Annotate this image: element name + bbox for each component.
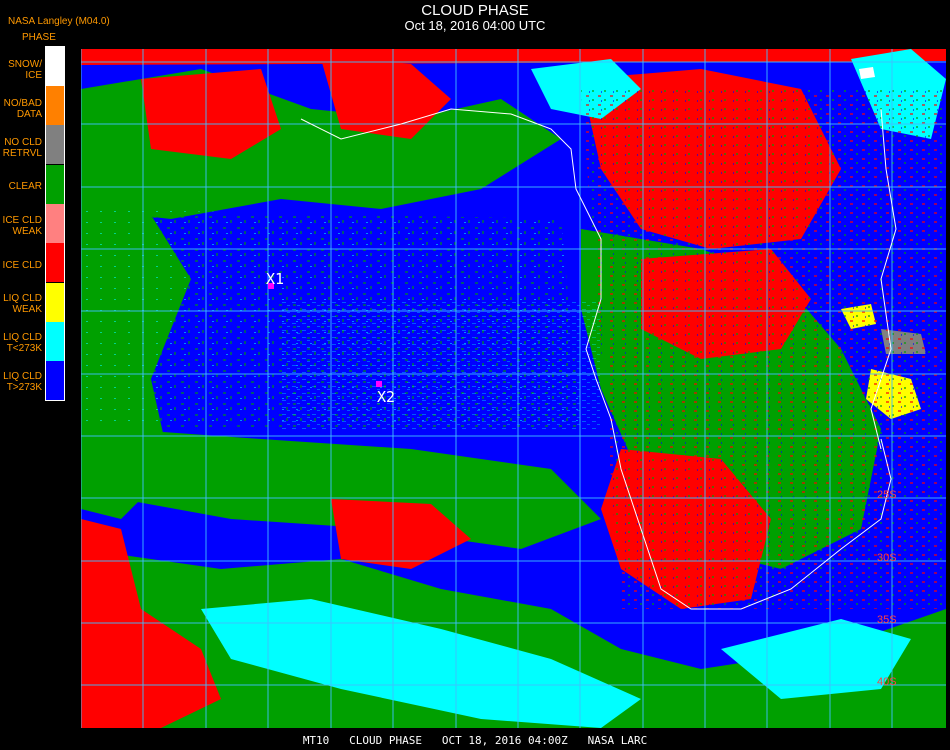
legend-swatch-snow-ice xyxy=(46,47,65,86)
legend-label-liq-cold: LIQ CLD T<273K xyxy=(3,332,42,354)
snow-ice-patch xyxy=(859,67,875,79)
cloud-phase-map: X1 X2 25S 30S 35S 40S xyxy=(81,49,946,728)
legend-swatch-no-data xyxy=(46,86,65,125)
legend-swatch-liq-weak xyxy=(46,283,65,322)
map-title: CLOUD PHASE xyxy=(421,2,529,19)
map-footer: MT10 CLOUD PHASE OCT 18, 2016 04:00Z NAS… xyxy=(302,734,648,747)
legend-label-no-data: NO/BAD DATA xyxy=(3,98,42,120)
legend-swatch-ice-weak xyxy=(46,204,65,243)
latitude-label: 30S xyxy=(877,552,897,564)
latitude-label: 40S xyxy=(877,676,897,688)
map-subtitle: Oct 18, 2016 04:00 UTC xyxy=(404,18,546,33)
legend-label-liq-warm: LIQ CLD T>273K xyxy=(3,371,42,393)
legend-label-liq-weak: LIQ CLD WEAK xyxy=(3,293,42,315)
legend-label-no-retrvl: NO CLD RETRVL xyxy=(2,137,42,159)
legend-title: PHASE xyxy=(22,32,56,43)
legend-label-ice: ICE CLD xyxy=(2,260,42,271)
scattered-cold-cloud-texture xyxy=(281,299,601,429)
legend-label-clear: CLEAR xyxy=(8,181,42,192)
marker-x2-label: X2 xyxy=(377,388,395,406)
phase-legend: SNOW/ ICE NO/BAD DATA NO CLD RETRVL CLEA… xyxy=(0,47,70,401)
legend-label-ice-weak: ICE CLD WEAK xyxy=(2,215,42,237)
latitude-label: 35S xyxy=(877,614,897,626)
legend-swatch-ice xyxy=(46,243,65,282)
legend-swatch-no-retrvl xyxy=(46,125,65,164)
legend-label-snow-ice: SNOW/ ICE xyxy=(8,59,42,81)
latitude-label: 25S xyxy=(877,489,897,501)
legend-swatch-liq-cold xyxy=(46,322,65,361)
marker-x1-label: X1 xyxy=(266,270,284,288)
legend-swatch-clear xyxy=(46,165,65,204)
legend-swatch-liq-warm xyxy=(46,361,65,400)
marker-x2-point xyxy=(376,381,382,387)
